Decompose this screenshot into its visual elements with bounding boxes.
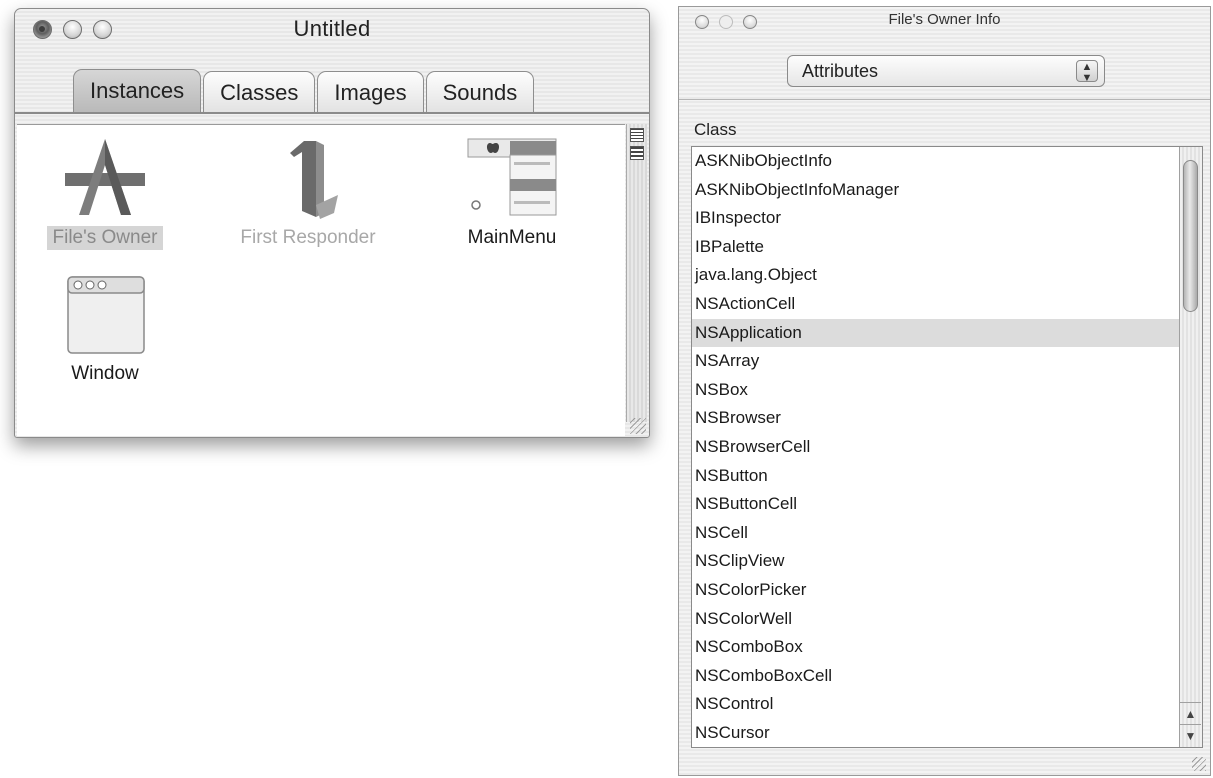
list-item[interactable]: NSColorPicker (692, 576, 1202, 605)
instance-label: Window (71, 363, 139, 384)
instances-scrollbar[interactable] (626, 124, 647, 422)
scroll-down-icon[interactable]: ▼ (1180, 724, 1201, 747)
list-item[interactable]: ASKNibObjectInfoManager (692, 176, 1202, 205)
tab-images[interactable]: Images (317, 71, 424, 112)
window-title: Untitled (293, 16, 371, 41)
tab-classes[interactable]: Classes (203, 71, 316, 112)
list-item[interactable]: NSCell (692, 519, 1202, 548)
class-list-scrollbar[interactable]: ▲ ▼ (1179, 147, 1202, 747)
list-item[interactable]: NSButtonCell (692, 490, 1202, 519)
class-header: Class (694, 120, 737, 139)
instance-label: First Responder (240, 227, 376, 248)
list-item[interactable]: NSColorWell (692, 605, 1202, 634)
list-item[interactable]: NSComboBoxCell (692, 662, 1202, 691)
list-item[interactable]: ASKNibObjectInfo (692, 147, 1202, 176)
instances-pane: File's Owner First Responder MainMenu Wi… (17, 124, 625, 436)
list-item[interactable]: IBPalette (692, 233, 1202, 262)
list-item[interactable]: NSComboBox (692, 633, 1202, 662)
tab-divider (15, 112, 649, 114)
inspector-title: File's Owner Info (888, 11, 1001, 28)
first-responder-icon (290, 141, 338, 219)
list-item[interactable]: NSControl (692, 690, 1202, 719)
list-item[interactable]: NSBox (692, 376, 1202, 405)
instance-label: MainMenu (467, 227, 557, 248)
main-menu-icon (467, 138, 557, 216)
inspector-mode-popup[interactable]: Attributes ▲ ▼ (787, 55, 1105, 87)
inspector-panel: File's Owner Info Attributes ▲ ▼ Class AS… (678, 6, 1211, 776)
popup-arrows-icon: ▲ ▼ (1076, 60, 1098, 84)
class-list: ASKNibObjectInfo ASKNibObjectInfoManager… (691, 146, 1203, 748)
window-icon (67, 276, 145, 354)
popup-value: Attributes (802, 61, 879, 81)
tab-sounds[interactable]: Sounds (425, 71, 535, 112)
instance-files-owner[interactable]: File's Owner (20, 135, 190, 250)
list-item[interactable]: NSCursor (692, 719, 1202, 747)
scroll-up-icon[interactable]: ▲ (1180, 702, 1201, 725)
app-icon (65, 139, 145, 215)
instance-label: File's Owner (46, 226, 164, 250)
instance-main-menu[interactable]: MainMenu (427, 135, 597, 250)
list-item[interactable]: NSClipView (692, 547, 1202, 576)
document-window: Untitled Instances Classes Images Sounds… (14, 8, 650, 438)
resize-grip-icon[interactable] (1192, 757, 1206, 771)
list-item[interactable]: IBInspector (692, 204, 1202, 233)
instance-window[interactable]: Window (20, 271, 190, 386)
tab-instances[interactable]: Instances (73, 69, 202, 114)
divider (679, 99, 1210, 100)
resize-grip-icon[interactable] (630, 418, 646, 434)
icon-view-icon[interactable] (630, 128, 644, 142)
list-item[interactable]: NSBrowser (692, 404, 1202, 433)
list-item[interactable]: NSButton (692, 462, 1202, 491)
list-item-selected[interactable]: NSApplication (692, 318, 1202, 348)
title-bar[interactable]: Untitled (15, 9, 649, 47)
instance-first-responder[interactable]: First Responder (223, 135, 393, 250)
list-item[interactable]: NSBrowserCell (692, 433, 1202, 462)
list-view-icon[interactable] (630, 146, 644, 160)
scroll-thumb[interactable] (1183, 160, 1198, 312)
list-item[interactable]: java.lang.Object (692, 261, 1202, 290)
list-item[interactable]: NSArray (692, 347, 1202, 376)
tab-bar: Instances Classes Images Sounds (73, 69, 535, 114)
list-item[interactable]: NSActionCell (692, 290, 1202, 319)
